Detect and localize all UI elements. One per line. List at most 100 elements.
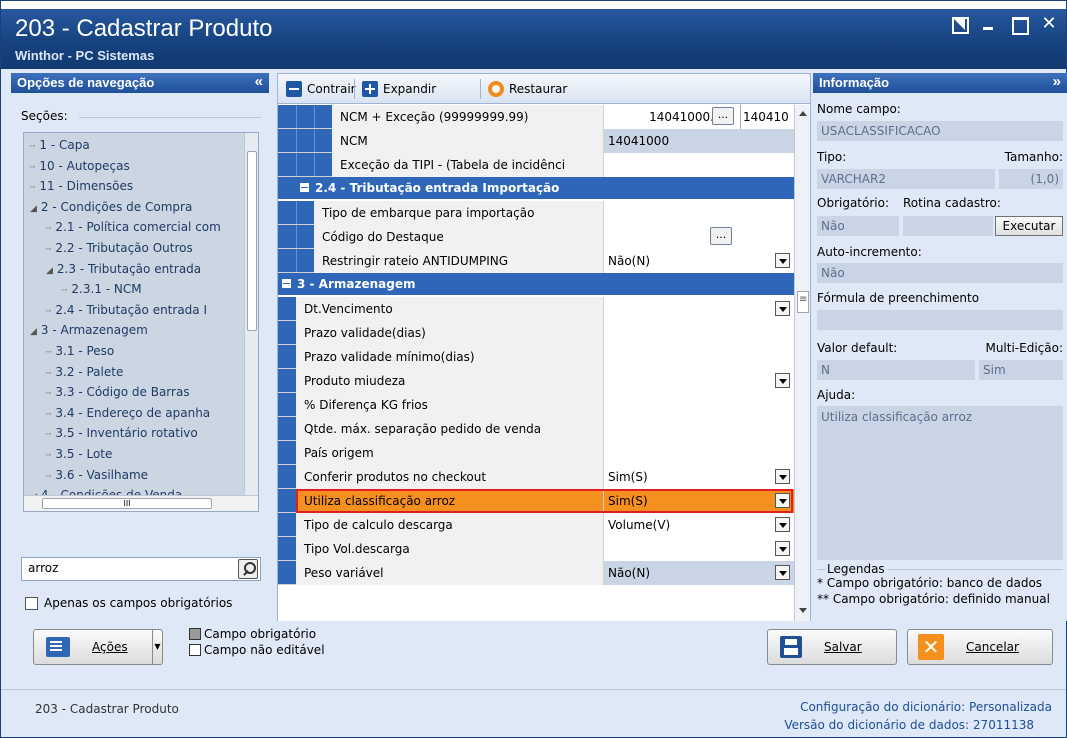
grid-field-value[interactable] bbox=[604, 345, 794, 369]
dropdown-arrow-icon[interactable] bbox=[775, 541, 790, 556]
tree-item[interactable]: ◢ 2.3 - Tributação entrada bbox=[46, 259, 201, 279]
tree-item[interactable]: ┈ 3.2 - Palete bbox=[46, 362, 123, 382]
collapse-button[interactable]: Contrair bbox=[286, 79, 356, 99]
only-required-checkbox[interactable]: Apenas os campos obrigatórios bbox=[25, 596, 232, 610]
tree-horizontal-scrollbar[interactable]: III bbox=[24, 495, 258, 511]
tree-item[interactable]: ┈ 3.6 - Vasilhame bbox=[46, 465, 148, 485]
grid-row[interactable]: NCM 14041000 bbox=[278, 129, 794, 153]
grid-field-value[interactable] bbox=[604, 537, 794, 561]
minimize-icon[interactable] bbox=[980, 15, 998, 33]
grid-field-value[interactable]: Volume(V) bbox=[604, 513, 794, 537]
grid-row[interactable]: Peso variável Não(N) bbox=[278, 561, 794, 585]
expand-button[interactable]: Expandir bbox=[362, 79, 436, 99]
tree-branch-icon: ┈ bbox=[46, 389, 52, 400]
sections-tree[interactable]: ◢4 - Condições de Venda┈3.6 - Vasilhame┈… bbox=[23, 132, 259, 512]
tree-item[interactable]: ┈ 2.2 - Tributação Outros bbox=[46, 238, 193, 258]
grid-row[interactable]: % Diferença KG frios bbox=[278, 393, 794, 417]
grid-row[interactable]: Conferir produtos no checkout Sim(S) bbox=[278, 465, 794, 489]
grid-field-value[interactable]: Sim(S) bbox=[604, 465, 794, 489]
grid-field-value[interactable] bbox=[604, 417, 794, 441]
tree-item[interactable]: ┈ 11 - Dimensões bbox=[30, 176, 133, 196]
grid-category-row[interactable]: 3 - Armazenagem bbox=[278, 273, 794, 295]
grid-field-value[interactable]: 14041000.... 140410 bbox=[604, 105, 794, 129]
grid-row[interactable]: NCM + Exceção (99999999.99) 14041000.... 1… bbox=[278, 105, 794, 129]
close-icon[interactable]: ✕ bbox=[1040, 15, 1058, 33]
grid-field-value[interactable]: 14041000 bbox=[604, 129, 794, 153]
dropdown-arrow-icon[interactable] bbox=[775, 493, 790, 508]
tree-item[interactable]: ┈ 3.5 - Inventário rotativo bbox=[46, 423, 198, 443]
grid-vertical-scrollbar[interactable] bbox=[794, 105, 810, 621]
grid-category-row[interactable]: 2.4 - Tributação entrada Importação bbox=[296, 177, 794, 199]
tree-item[interactable]: ┈ 3.1 - Peso bbox=[46, 341, 114, 361]
grid-field-value[interactable]: Não(N) bbox=[604, 561, 794, 585]
grid-field-value[interactable] bbox=[604, 153, 794, 177]
grid-row[interactable]: Utiliza classificação arroz Sim(S) bbox=[278, 489, 794, 513]
grid-field-value[interactable]: Sim(S) bbox=[604, 489, 794, 513]
save-button[interactable]: Salvar bbox=[767, 629, 897, 665]
tree-item[interactable]: ┈ 3.5 - Lote bbox=[46, 444, 112, 464]
tree-item[interactable]: ┈ 3.3 - Código de Barras bbox=[46, 382, 190, 402]
tree-vertical-scrollbar[interactable] bbox=[244, 133, 258, 511]
grid-field-value[interactable]: Não(N) bbox=[604, 249, 794, 273]
grid-row[interactable]: Código do Destaque... bbox=[278, 225, 794, 249]
scroll-up-icon[interactable] bbox=[799, 111, 807, 116]
tree-expander-icon[interactable]: ◢ bbox=[46, 266, 53, 276]
lookup-button[interactable]: ... bbox=[710, 227, 732, 245]
only-required-box[interactable] bbox=[25, 596, 38, 610]
tree-item[interactable]: ┈ 10 - Autopeças bbox=[30, 156, 130, 176]
grid-row[interactable]: Qtde. máx. separação pedido de venda bbox=[278, 417, 794, 441]
search-input[interactable]: arroz bbox=[21, 557, 261, 581]
actions-dropdown-icon[interactable]: ▼ bbox=[152, 630, 162, 664]
tree-hscroll-thumb[interactable]: III bbox=[42, 498, 212, 509]
dropdown-arrow-icon[interactable] bbox=[775, 253, 790, 268]
tree-item[interactable]: ┈ 2.1 - Política comercial com bbox=[46, 217, 221, 237]
grid-row[interactable]: Exceção da TIPI - (Tabela de incidênci bbox=[278, 153, 794, 177]
tree-item[interactable]: ┈ 2.4 - Tributação entrada I bbox=[46, 300, 207, 320]
grid-field-value[interactable] bbox=[604, 393, 794, 417]
tree-item[interactable]: ◢ 3 - Armazenagem bbox=[30, 320, 148, 340]
expand-panel-icon[interactable]: » bbox=[1053, 73, 1061, 90]
actions-button[interactable]: Ações ▼ bbox=[33, 629, 163, 665]
tree-expander-icon[interactable]: ◢ bbox=[30, 204, 37, 214]
grid-field-value[interactable] bbox=[604, 441, 794, 465]
lookup-button[interactable]: ... bbox=[712, 107, 734, 125]
tree-expander-icon[interactable]: ◢ bbox=[30, 327, 37, 337]
collapse-category-icon[interactable] bbox=[282, 279, 291, 288]
grid-row[interactable]: País origem bbox=[278, 441, 794, 465]
dropdown-arrow-icon[interactable] bbox=[775, 373, 790, 388]
grid-field-value[interactable] bbox=[604, 201, 794, 225]
dropdown-arrow-icon[interactable] bbox=[775, 301, 790, 316]
tree-item[interactable]: ┈ 1 - Capa bbox=[30, 135, 90, 155]
grid-field-value[interactable]: ... bbox=[604, 225, 794, 249]
tree-item[interactable]: ┈ 2.3.1 - NCM bbox=[62, 279, 142, 299]
tree-item[interactable]: ┈ 3.4 - Endereço de apanha bbox=[46, 403, 210, 423]
actions-label: Ações bbox=[92, 640, 128, 654]
grid-row[interactable]: Produto miudeza bbox=[278, 369, 794, 393]
dropdown-arrow-icon[interactable] bbox=[775, 565, 790, 580]
restore-button[interactable]: Restaurar bbox=[488, 79, 567, 99]
grid-row[interactable]: Prazo validade mínimo(dias) bbox=[278, 345, 794, 369]
grid-row[interactable]: Prazo validade(dias) bbox=[278, 321, 794, 345]
grid-scroll-thumb[interactable] bbox=[797, 291, 809, 313]
grid-row[interactable]: Dt.Vencimento bbox=[278, 297, 794, 321]
tree-item[interactable]: ◢ 2 - Condições de Compra bbox=[30, 197, 192, 217]
dropdown-arrow-icon[interactable] bbox=[775, 517, 790, 532]
restore-icon[interactable] bbox=[950, 15, 969, 34]
scroll-down-icon[interactable] bbox=[799, 608, 807, 613]
execute-button[interactable]: Executar bbox=[995, 216, 1063, 236]
search-icon[interactable] bbox=[238, 559, 258, 579]
dropdown-arrow-icon[interactable] bbox=[775, 469, 790, 484]
grid-field-value[interactable] bbox=[604, 321, 794, 345]
grid-row[interactable]: Tipo Vol.descarga bbox=[278, 537, 794, 561]
grid-field-value[interactable] bbox=[604, 297, 794, 321]
maximize-icon[interactable] bbox=[1010, 15, 1029, 35]
grid-field-extra-value[interactable]: 140410 bbox=[740, 105, 789, 129]
tree-scroll-thumb[interactable] bbox=[247, 151, 257, 331]
grid-row[interactable]: Tipo de embarque para importação bbox=[278, 201, 794, 225]
grid-row[interactable]: Restringir rateio ANTIDUMPING Não(N) bbox=[278, 249, 794, 273]
grid-row[interactable]: Tipo de calculo descarga Volume(V) bbox=[278, 513, 794, 537]
collapse-category-icon[interactable] bbox=[300, 183, 309, 192]
cancel-button[interactable]: ✕ Cancelar bbox=[907, 629, 1053, 665]
collapse-panel-icon[interactable]: « bbox=[255, 73, 263, 90]
grid-field-value[interactable] bbox=[604, 369, 794, 393]
